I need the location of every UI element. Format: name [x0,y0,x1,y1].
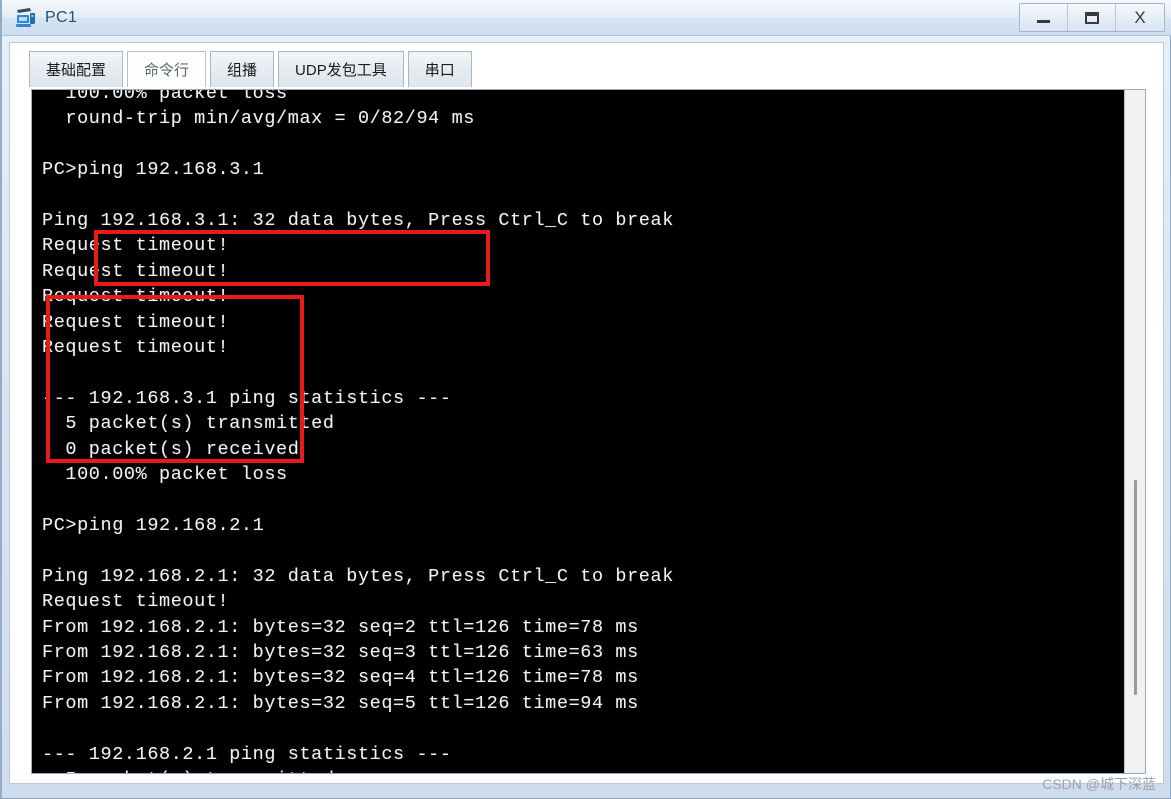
terminal-text: 100.00% packet loss round-trip min/avg/m… [42,90,674,773]
tab-bar: 基础配置 命令行 组播 UDP发包工具 串口 [10,50,1165,87]
content-panel: 基础配置 命令行 组播 UDP发包工具 串口 100.00% packet lo… [9,42,1164,784]
csdn-watermark: CSDN @城下深蓝 [1042,776,1156,792]
pc1-window: PC1 X 基础配置 命令行 组播 UDP发包工具 串口 100.00% pac… [0,0,1171,799]
command-line-console[interactable]: 100.00% packet loss round-trip min/avg/m… [31,89,1146,774]
tab-udp-packet-tool[interactable]: UDP发包工具 [278,51,404,87]
terminal-output-area[interactable]: 100.00% packet loss round-trip min/avg/m… [32,90,1126,773]
window-controls: X [1019,3,1165,32]
tab-serial-port[interactable]: 串口 [407,51,472,87]
maximize-icon [1084,11,1099,24]
window-title-bar[interactable]: PC1 X [2,0,1171,36]
title-bar-left-group: PC1 [14,0,77,36]
close-icon: X [1134,8,1146,27]
window-title-text: PC1 [45,9,78,26]
tab-command-line[interactable]: 命令行 [127,51,207,87]
minimize-button[interactable] [1020,4,1068,31]
scrollbar-thumb[interactable] [1134,480,1137,695]
tab-multicast[interactable]: 组播 [210,51,275,87]
tab-basic-config[interactable]: 基础配置 [29,51,124,87]
close-button[interactable]: X [1116,4,1164,31]
pc-device-icon [14,7,38,29]
terminal-scrollbar[interactable] [1124,90,1145,773]
minimize-icon [1037,20,1050,23]
maximize-button[interactable] [1068,4,1116,31]
